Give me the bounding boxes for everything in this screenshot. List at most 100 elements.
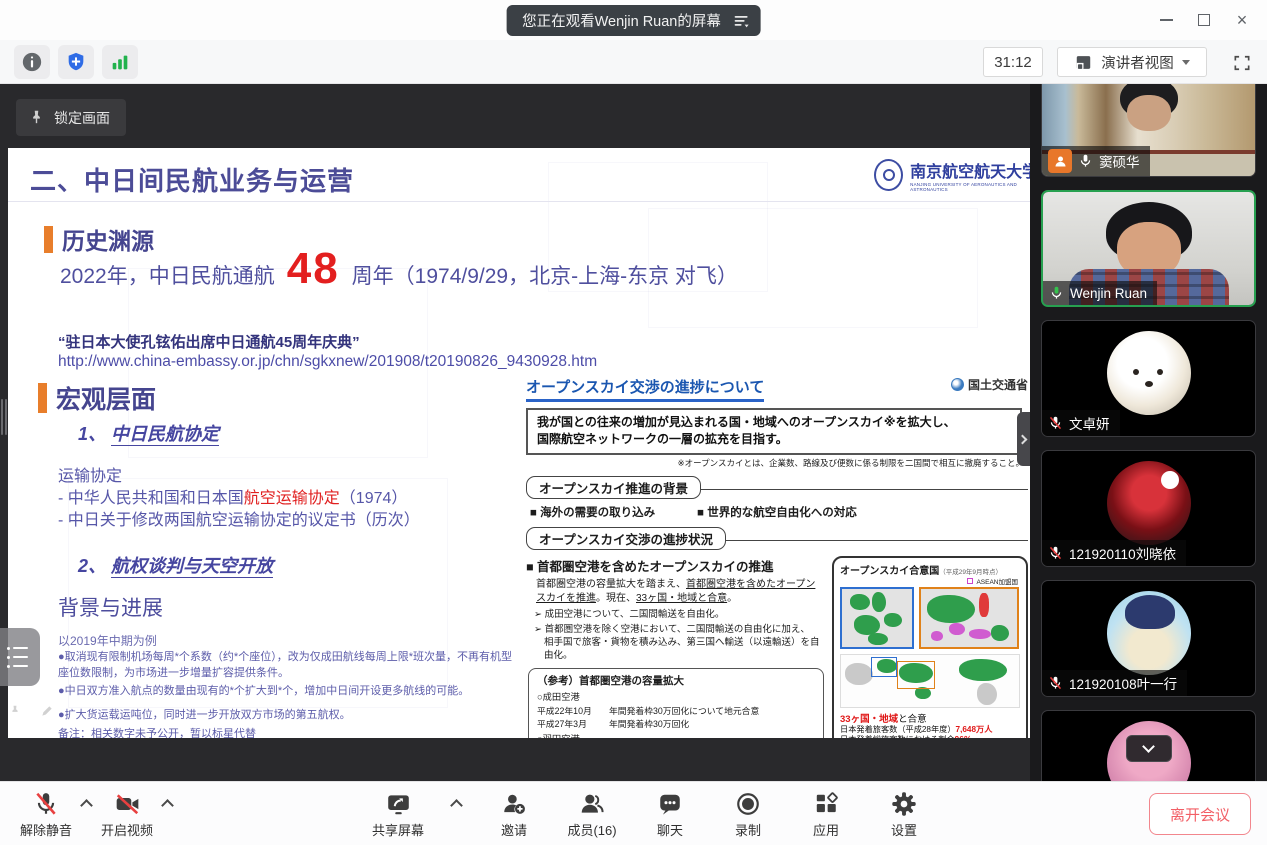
sidebar-resize-handle[interactable] — [1, 399, 7, 435]
network-quality-button[interactable] — [102, 45, 138, 79]
participant-avatar — [1107, 591, 1191, 675]
unmute-label: 解除静音 — [20, 820, 72, 839]
university-emblem-icon — [874, 159, 903, 191]
participant-name: 121920108叶一行 — [1069, 673, 1177, 693]
meeting-widget-button[interactable] — [0, 628, 40, 686]
members-button[interactable]: 成员(16) — [567, 790, 617, 839]
participant-name: Wenjin Ruan — [1070, 286, 1147, 301]
lock-view-button[interactable]: 锁定画面 — [16, 99, 126, 136]
annotation-tools[interactable] — [8, 704, 54, 718]
europe-map — [840, 587, 914, 649]
members-icon — [579, 790, 605, 818]
mic-options-caret[interactable] — [80, 799, 93, 812]
fullscreen-icon — [1232, 53, 1252, 73]
progress-bullet-2: ●中日双方准入航点的数量由现有的*个扩大到*个，增加中日间开设更多航线的可能。 — [58, 684, 513, 700]
minimize-button[interactable] — [1147, 0, 1185, 40]
macro-item-2: 2、 航权谈判与天空开放 — [78, 552, 273, 578]
world-map — [840, 654, 1020, 708]
settings-label: 设置 — [891, 820, 917, 839]
apps-grid-icon — [813, 790, 839, 818]
pin-icon — [28, 109, 45, 126]
invite-label: 邀请 — [501, 820, 527, 839]
mic-muted-icon — [1048, 414, 1063, 432]
collapse-sidebar-button[interactable] — [1017, 412, 1030, 466]
record-icon — [735, 790, 761, 818]
participant-tile[interactable]: 文卓妍 — [1041, 320, 1256, 437]
slide-title: 二、中日间民航业务与运营 — [30, 161, 354, 198]
embassy-url: http://www.china-embassy.or.jp/chn/sgkxn… — [58, 353, 597, 371]
leave-meeting-button[interactable]: 离开会议 — [1149, 793, 1251, 835]
mic-muted-icon — [1048, 544, 1063, 562]
mic-on-icon — [1078, 152, 1093, 170]
shared-screen-area: 锁定画面 二、中日间民航业务与运营 南京航空航天大学 NANJING UNIVE… — [0, 84, 1030, 781]
mlit-figure: オープンスカイ交渉の進捗について 国土交通省 我が国との往来の増加が見込まれる国… — [526, 376, 1028, 734]
chat-button[interactable]: 聊天 — [645, 790, 695, 839]
meeting-window: 您正在观看Wenjin Ruan的屏幕 × 31:12 演讲者视图 — [0, 0, 1267, 845]
share-options-caret[interactable] — [450, 799, 463, 812]
university-name-en: NANJING UNIVERSITY OF AERONAUTICS AND AS… — [910, 182, 1030, 192]
participant-avatar — [1107, 331, 1191, 415]
lock-view-label: 锁定画面 — [54, 108, 110, 128]
invite-person-icon — [501, 790, 527, 818]
view-mode-selector[interactable]: 演讲者视图 — [1057, 47, 1207, 77]
participant-name-tag: 121920108叶一行 — [1042, 670, 1187, 696]
embassy-quote: “驻日本大使孔铉佑出席中日通航45周年庆典” — [58, 331, 360, 352]
jp-background-section: オープンスカイ推進の背景 — [526, 476, 1028, 499]
participant-tile[interactable]: 121920108叶一行 — [1041, 580, 1256, 697]
slide-title-divider — [8, 201, 1030, 202]
participant-name-tag: Wenjin Ruan — [1043, 281, 1157, 305]
jp-goal-box: 我が国との往来の増加が見込まれる国・地域へのオープンスカイ※を拡大し、 国際航空… — [526, 408, 1022, 455]
macro-section-heading: 宏观层面 — [38, 380, 156, 416]
mic-speaking-icon — [1049, 284, 1064, 302]
unmute-button[interactable]: 解除静音 — [20, 790, 72, 839]
signal-bars-icon — [109, 51, 131, 73]
share-screen-icon — [385, 790, 412, 818]
meeting-topbar: 31:12 演讲者视图 — [0, 40, 1267, 84]
layout-icon — [1074, 53, 1093, 72]
participant-name-tag: 窦硕华 — [1042, 146, 1150, 176]
participant-tile[interactable]: 窦硕华 — [1041, 84, 1256, 177]
treaty-line-2: - 中日关于修改两国航空运输协定的议定书（历次） — [58, 506, 420, 530]
settings-button[interactable]: 设置 — [879, 790, 929, 839]
mic-muted-icon — [1048, 674, 1063, 692]
pen-tool-icon — [40, 704, 54, 718]
shield-icon — [65, 51, 87, 73]
treaty-line-1: - 中华人民共和国和日本国航空运输协定（1974） — [58, 484, 407, 508]
share-screen-button[interactable]: 共享屏幕 — [372, 790, 424, 839]
security-shield-button[interactable] — [58, 45, 94, 79]
invite-button[interactable]: 邀请 — [489, 790, 539, 839]
progress-heading: 背景与进展 — [58, 592, 163, 622]
participant-name: 121920110刘晓依 — [1069, 543, 1176, 563]
participants-sidebar: 窦硕华 Wenjin Ruan 文卓妍 — [1030, 84, 1267, 781]
participant-tile[interactable]: 121920110刘晓依 — [1041, 450, 1256, 567]
window-controls: × — [1147, 0, 1261, 40]
presentation-slide: 二、中日间民航业务与运营 南京航空航天大学 NANJING UNIVERSITY… — [8, 148, 1030, 738]
participant-avatar — [1107, 461, 1191, 545]
record-label: 录制 — [735, 820, 761, 839]
university-logo: 南京航空航天大学 NANJING UNIVERSITY OF AERONAUTI… — [874, 158, 1030, 192]
fullscreen-button[interactable] — [1228, 49, 1256, 77]
participant-name: 文卓妍 — [1069, 413, 1110, 433]
start-video-button[interactable]: 开启视频 — [101, 790, 153, 839]
watching-banner[interactable]: 您正在观看Wenjin Ruan的屏幕 — [506, 5, 761, 36]
record-button[interactable]: 录制 — [723, 790, 773, 839]
participant-tile-active-speaker[interactable]: Wenjin Ruan — [1041, 190, 1256, 307]
chevron-down-icon — [1182, 60, 1190, 65]
apps-label: 应用 — [813, 820, 839, 839]
agreement-count-caption: 33ヶ国・地域と合意 — [840, 711, 1020, 725]
meeting-info-button[interactable] — [14, 45, 50, 79]
close-button[interactable]: × — [1223, 0, 1261, 40]
asean-legend: ASEAN加盟国 — [967, 576, 1018, 586]
maximize-button[interactable] — [1185, 0, 1223, 40]
watching-banner-text: 您正在观看Wenjin Ruan的屏幕 — [522, 10, 721, 31]
anniversary-number: 48 — [287, 244, 340, 294]
jp-status-section: オープンスカイ交渉の進捗状況 — [526, 527, 1028, 550]
video-options-caret[interactable] — [161, 799, 174, 812]
share-screen-label: 共享屏幕 — [372, 820, 424, 839]
progress-bullet-3: ●扩大货运载运吨位，同时进一步开放双方市场的第五航权。 — [58, 708, 513, 724]
more-participants-button[interactable] — [1126, 735, 1172, 762]
participant-name: 窦硕华 — [1099, 151, 1140, 171]
apps-button[interactable]: 应用 — [801, 790, 851, 839]
info-icon — [21, 51, 43, 73]
banner-menu-icon[interactable] — [733, 12, 751, 30]
